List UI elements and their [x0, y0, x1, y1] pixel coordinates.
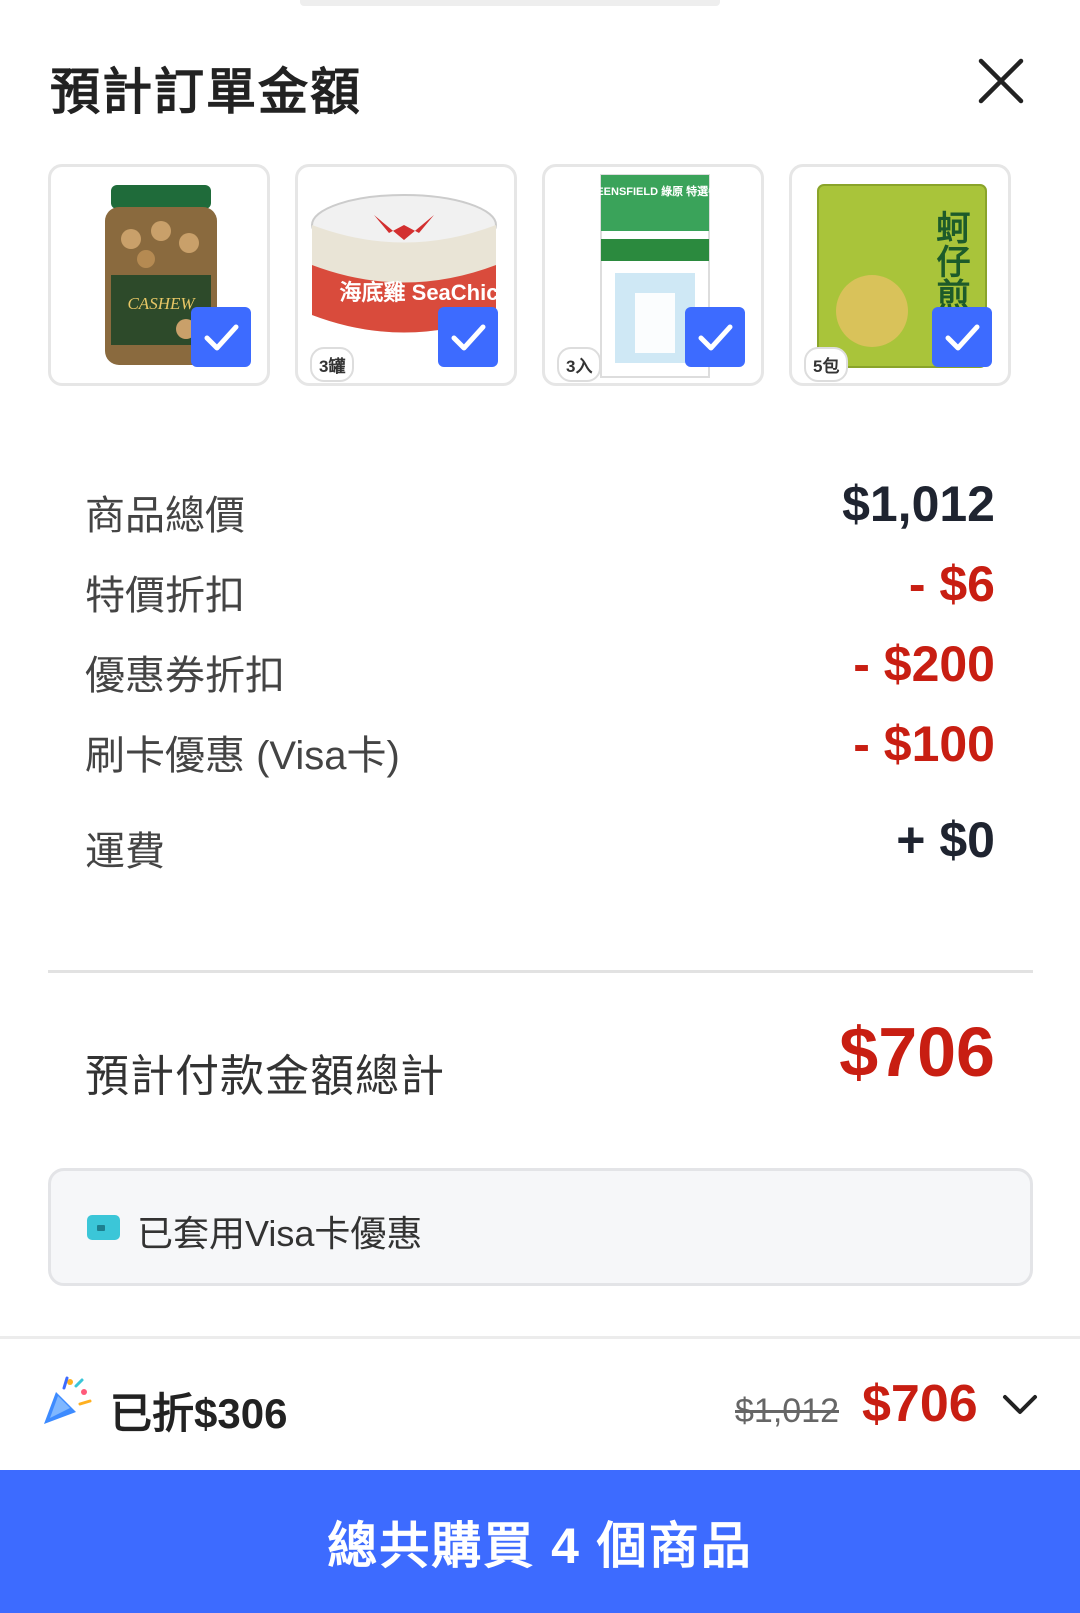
product-thumb-oyster-chips[interactable]: 蚵仔煎 5包	[789, 164, 1011, 386]
row-shipping: 運費 + $0	[85, 811, 995, 874]
close-icon[interactable]	[975, 55, 1027, 107]
chevron-down-icon[interactable]	[1000, 1388, 1040, 1422]
visa-applied-notice: 已套用Visa卡優惠	[48, 1168, 1033, 1286]
credit-card-icon	[87, 1215, 120, 1240]
chips-label-text: 蚵仔煎	[931, 210, 970, 313]
row-value: + $0	[896, 812, 995, 868]
milk-brand-text: GREENSFIELD 綠原 特選牛奶	[595, 184, 715, 198]
quantity-badge: 3罐	[310, 347, 355, 382]
row-label: 運費	[85, 830, 165, 874]
buy-button[interactable]: 總共購買 4 個商品	[0, 1470, 1080, 1613]
selected-check-icon[interactable]	[932, 307, 992, 367]
row-special-discount: 特價折扣 - $6	[85, 555, 995, 618]
divider	[48, 970, 1033, 973]
original-price: $1,012	[735, 1392, 839, 1430]
party-popper-icon	[44, 1376, 92, 1424]
row-label: 刷卡優惠 (Visa卡)	[85, 734, 400, 778]
product-thumb-seachic[interactable]: 海底雞 SeaChic 3罐	[295, 164, 517, 386]
selected-check-icon[interactable]	[685, 307, 745, 367]
product-thumbnails: CASHEW 海底雞 SeaChic 3罐 EENSFIELD 綠原 特選 3入…	[48, 164, 1011, 386]
quantity-badge: 3入	[557, 347, 602, 382]
row-label: 優惠券折扣	[85, 654, 285, 698]
sheet-title: 預計訂單金額	[50, 64, 362, 120]
row-value: - $200	[853, 636, 995, 692]
total-value: $706	[839, 1013, 995, 1091]
row-card-discount: 刷卡優惠 (Visa卡) - $100	[85, 715, 995, 778]
row-subtotal: 商品總價 $1,012	[85, 475, 995, 538]
background-peek	[300, 0, 720, 6]
quantity-badge: 5包	[804, 347, 849, 382]
row-coupon-discount: 優惠券折扣 - $200	[85, 635, 995, 698]
product-thumb-milk[interactable]: GREENSFIELD 綠原 特選牛奶 3入	[542, 164, 764, 386]
seachic-label-text: 海底雞 SeaChic	[340, 280, 499, 305]
row-value: $1,012	[842, 476, 995, 532]
notice-text: 已套用Visa卡優惠	[137, 1213, 423, 1254]
total-label: 預計付款金額總計	[85, 1052, 445, 1101]
row-value: - $100	[853, 716, 995, 772]
final-price: $706	[862, 1375, 978, 1433]
divider	[0, 1336, 1080, 1339]
cashew-label-text: CASHEW	[127, 294, 196, 313]
saved-amount: 已折$306	[110, 1390, 288, 1437]
product-thumb-cashew[interactable]: CASHEW	[48, 164, 270, 386]
row-label: 特價折扣	[85, 574, 245, 618]
row-label: 商品總價	[85, 494, 245, 538]
selected-check-icon[interactable]	[191, 307, 251, 367]
selected-check-icon[interactable]	[438, 307, 498, 367]
row-value: - $6	[908, 556, 995, 612]
order-summary-sheet: 預計訂單金額 CASHEW 海底雞 SeaChic 3罐 EENSFIELD 綠…	[0, 0, 1080, 1613]
